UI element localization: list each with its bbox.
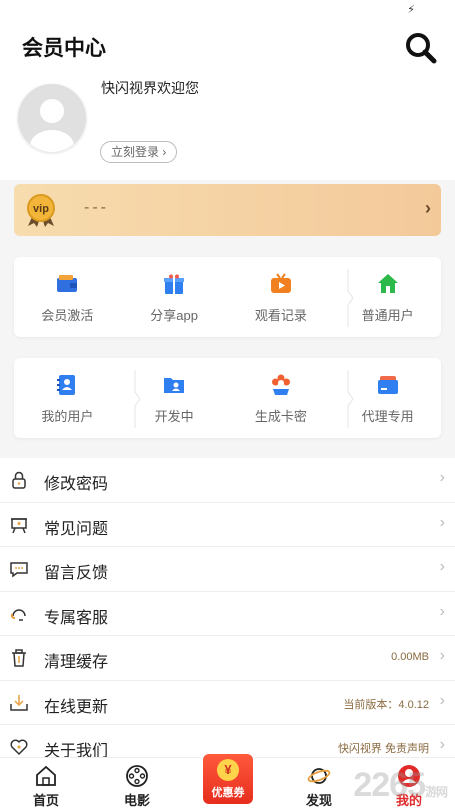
grid-item-activate[interactable]: 会员激活	[14, 257, 121, 337]
menu-item-label: 留言反馈	[44, 565, 109, 582]
status-bar: ⚡	[0, 0, 455, 22]
tab-home[interactable]: 首页	[14, 758, 78, 809]
film-reel-icon	[126, 765, 148, 787]
menu-item-faq[interactable]: 常见问题 ›	[0, 503, 455, 547]
tab-label: 发现	[305, 793, 332, 808]
tab-discover[interactable]: 发现	[287, 758, 351, 809]
chevron-right-icon: ›	[439, 469, 445, 486]
folder-user-icon	[164, 378, 185, 393]
svg-text:vip: vip	[33, 203, 49, 215]
lock-icon	[12, 471, 26, 489]
tab-movies[interactable]: 电影	[105, 758, 169, 809]
avatar[interactable]	[18, 84, 86, 152]
heart-icon	[10, 739, 28, 756]
tab-label: 电影	[123, 793, 150, 808]
chevron-right-icon: ›	[439, 736, 445, 753]
watermark: 2265游网	[353, 766, 448, 804]
vip-badge-icon: vip	[27, 194, 55, 227]
menu-item-label: 常见问题	[44, 520, 109, 538]
menu-item-label: 修改密码	[44, 476, 109, 493]
cache-size: 0.00MB	[391, 651, 429, 663]
home-icon	[377, 274, 398, 293]
bolt-icon: ⚡	[407, 4, 415, 16]
home-outline-icon	[36, 765, 56, 786]
coupon-icon: ¥	[217, 759, 239, 781]
chevron-right-icon: ›	[439, 647, 445, 664]
chat-icon	[10, 562, 28, 578]
grid-item-generate-card[interactable]: 生成卡密	[228, 358, 335, 438]
download-icon	[10, 694, 28, 711]
grid-item-my-users[interactable]: 我的用户	[14, 358, 121, 438]
login-button[interactable]: 立刻登录 ›	[100, 141, 178, 163]
chevron-right-icon: ›	[439, 513, 445, 531]
chevron-right-icon: ›	[439, 558, 445, 575]
grid-item-share[interactable]: 分享app	[121, 257, 228, 337]
profile-section: 快闪视界欢迎您 立刻登录 ›	[0, 72, 455, 180]
chevron-right-icon: ›	[439, 691, 445, 709]
chevron-right-icon: ›	[425, 198, 431, 218]
disclaimer-link[interactable]: 快闪视界 免责声明	[338, 740, 429, 756]
menu-item-update[interactable]: 在线更新 当前版本：4.0.12 ›	[0, 681, 455, 725]
wallet-icon	[57, 275, 78, 292]
gift-icon	[164, 274, 185, 294]
login-button-label: 立刻登录	[111, 145, 160, 159]
settings-menu: 修改密码 › 常见问题 › 留言反馈 › 专属客服 › 清理缓存 0.00MB …	[0, 458, 455, 770]
headset-icon	[10, 608, 26, 621]
grid-item-label: 观看记录	[254, 308, 307, 323]
chevron-right-icon: ›	[439, 602, 445, 620]
menu-item-customer-service[interactable]: 专属客服 ›	[0, 592, 455, 636]
separator-chevron	[134, 370, 141, 428]
grid-item-label: 生成卡密	[254, 409, 307, 424]
default-avatar-icon	[30, 99, 74, 152]
welcome-text: 快闪视界欢迎您	[101, 80, 199, 96]
grid-item-label: 分享app	[150, 308, 198, 323]
menu-item-label: 专属客服	[44, 609, 109, 627]
page-title: 会员中心	[22, 37, 106, 60]
trash-icon	[12, 649, 26, 667]
contacts-icon	[57, 375, 76, 395]
tab-coupon[interactable]: ¥ 优惠券	[203, 754, 253, 804]
planet-icon	[307, 768, 331, 784]
features-card-2: 我的用户 开发中 生成卡密 代理专用	[14, 358, 441, 438]
features-card-1: 会员激活 分享app 观看记录 普通用户	[14, 257, 441, 337]
menu-item-label: 在线更新	[44, 698, 109, 716]
menu-item-feedback[interactable]: 留言反馈 ›	[0, 547, 455, 592]
separator-chevron	[347, 370, 354, 428]
vip-status: ---	[84, 199, 109, 216]
menu-item-clear-cache[interactable]: 清理缓存 0.00MB ›	[0, 636, 455, 681]
card-icon	[377, 376, 398, 394]
vip-bar[interactable]: vip --- ›	[14, 184, 441, 236]
tab-label: 首页	[32, 793, 59, 808]
grid-item-history[interactable]: 观看记录	[228, 257, 335, 337]
menu-item-label: 清理缓存	[44, 654, 109, 671]
grid-item-label: 我的用户	[41, 409, 94, 424]
header: 会员中心	[0, 22, 455, 72]
search-icon[interactable]	[399, 26, 443, 70]
current-version: 当前版本：4.0.12	[343, 698, 429, 711]
tab-label: 优惠券	[211, 787, 245, 799]
separator-chevron	[347, 269, 354, 327]
chevron-right-icon: ›	[162, 145, 167, 159]
flower-location-icon	[271, 374, 290, 395]
menu-item-change-password[interactable]: 修改密码 ›	[0, 458, 455, 503]
grid-item-label: 会员激活	[41, 308, 94, 323]
tv-icon	[270, 273, 291, 293]
easel-icon	[11, 517, 27, 533]
